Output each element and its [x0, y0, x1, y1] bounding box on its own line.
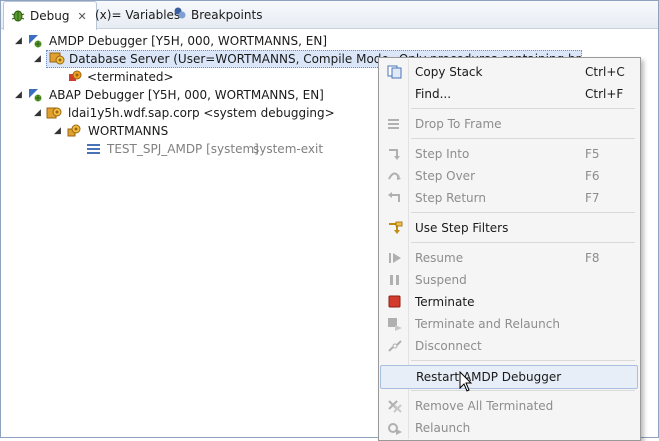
terminate-icon [387, 295, 403, 309]
menu-item-restart-amdp-debugger[interactable]: Restart AMDP Debugger [380, 365, 638, 389]
stack-frame-name: TEST_SPJ_AMDP [system] [107, 142, 259, 156]
relaunch-label: Relaunch [415, 421, 471, 435]
close-icon[interactable]: ✕ [77, 10, 86, 23]
copy-icon [387, 65, 403, 79]
step-over-label: Step Over [415, 169, 475, 183]
menu-item-disconnect[interactable]: Disconnect [380, 335, 638, 357]
stack-frame-icon [87, 143, 101, 158]
view-tab-bar: Debug ✕ (x)= Variables Breakpoints [1, 1, 658, 30]
terminate-relaunch-icon [387, 317, 403, 331]
terminate-relaunch-label: Terminate and Relaunch [415, 317, 560, 331]
breakpoint-icon [173, 6, 187, 23]
debug-target-icon [46, 105, 62, 124]
menu-separator [411, 242, 635, 243]
menu-item-remove-all-terminated[interactable]: Remove All Terminated [380, 395, 638, 417]
remove-all-icon [387, 399, 403, 413]
step-over-accel: F6 [585, 169, 600, 183]
find-label: Find... [415, 87, 452, 101]
menu-item-drop-to-frame[interactable]: Drop To Frame [380, 113, 638, 135]
menu-item-use-step-filters[interactable]: Use Step Filters [380, 217, 638, 239]
menu-separator [411, 138, 635, 139]
relaunch-icon [387, 421, 403, 435]
terminated-thread-icon [67, 69, 83, 88]
menu-item-terminate[interactable]: Terminate [380, 291, 638, 313]
thread-icon [66, 123, 82, 142]
menu-separator [411, 212, 635, 213]
stack-frame-status: system-exit [253, 142, 324, 156]
copy-stack-accel: Ctrl+C [585, 65, 625, 79]
tab-breakpoints[interactable]: Breakpoints [167, 1, 268, 28]
amdp-debugger-label: AMDP Debugger [Y5H, 000, WORTMANNS, EN] [49, 34, 328, 48]
drop-to-frame-icon [387, 117, 403, 131]
menu-item-resume[interactable]: Resume F8 [380, 247, 638, 269]
step-return-label: Step Return [415, 191, 486, 205]
context-menu: Copy Stack Ctrl+C Find... Ctrl+F Drop To… [378, 57, 641, 441]
debug-bug-icon [10, 7, 26, 26]
suspend-label: Suspend [415, 273, 467, 287]
menu-item-step-into[interactable]: Step Into F5 [380, 143, 638, 165]
expand-triangle-icon[interactable]: ◢ [34, 55, 42, 64]
menu-separator [411, 390, 635, 391]
menu-separator [411, 360, 635, 361]
debug-view: Debug ✕ (x)= Variables Breakpoints ◢ AMD… [0, 0, 659, 441]
menu-item-relaunch[interactable]: Relaunch [380, 417, 638, 439]
debug-target-icon [49, 51, 65, 67]
tab-breakpoints-label: Breakpoints [191, 7, 263, 22]
resume-label: Resume [415, 251, 464, 265]
launch-config-icon [27, 87, 43, 106]
expand-triangle-icon[interactable]: ◢ [15, 91, 23, 100]
disconnect-label: Disconnect [415, 339, 482, 353]
launch-config-icon [27, 33, 43, 52]
remove-all-terminated-label: Remove All Terminated [415, 399, 554, 413]
step-return-accel: F7 [585, 191, 600, 205]
menu-item-suspend[interactable]: Suspend [380, 269, 638, 291]
find-accel: Ctrl+F [585, 87, 624, 101]
menu-item-step-over[interactable]: Step Over F6 [380, 165, 638, 187]
terminate-label: Terminate [415, 295, 475, 309]
resume-accel: F8 [585, 251, 600, 265]
tab-debug-label: Debug [30, 9, 70, 23]
expand-triangle-icon[interactable]: ◢ [15, 37, 23, 46]
menu-separator [411, 108, 635, 109]
expand-triangle-icon[interactable]: ◢ [34, 109, 42, 118]
step-into-label: Step Into [415, 147, 470, 161]
abap-debugger-label: ABAP Debugger [Y5H, 000, WORTMANNS, EN] [49, 88, 324, 102]
user-node-label: WORTMANNS [88, 124, 169, 138]
disconnect-icon [387, 339, 403, 353]
suspend-icon [387, 273, 403, 287]
expand-triangle-icon[interactable]: ◢ [54, 127, 62, 136]
tab-debug[interactable]: Debug ✕ [3, 1, 97, 30]
restart-amdp-label: Restart AMDP Debugger [416, 370, 562, 384]
menu-item-terminate-relaunch[interactable]: Terminate and Relaunch [380, 313, 638, 335]
drop-to-frame-label: Drop To Frame [415, 117, 502, 131]
step-over-icon [387, 169, 403, 183]
copy-stack-label: Copy Stack [415, 65, 483, 79]
resume-icon [387, 251, 403, 265]
step-filters-icon [387, 221, 403, 235]
step-into-icon [387, 147, 403, 161]
use-step-filters-label: Use Step Filters [415, 221, 509, 235]
menu-item-find[interactable]: Find... Ctrl+F [380, 83, 638, 105]
mouse-cursor-icon [459, 371, 473, 392]
menu-item-step-return[interactable]: Step Return F7 [380, 187, 638, 209]
step-return-icon [387, 191, 403, 205]
terminated-label: <terminated> [87, 70, 174, 84]
menu-item-copy-stack[interactable]: Copy Stack Ctrl+C [380, 61, 638, 83]
step-into-accel: F5 [585, 147, 600, 161]
host-label: ldai1y5h.wdf.sap.corp <system debugging> [68, 106, 335, 120]
